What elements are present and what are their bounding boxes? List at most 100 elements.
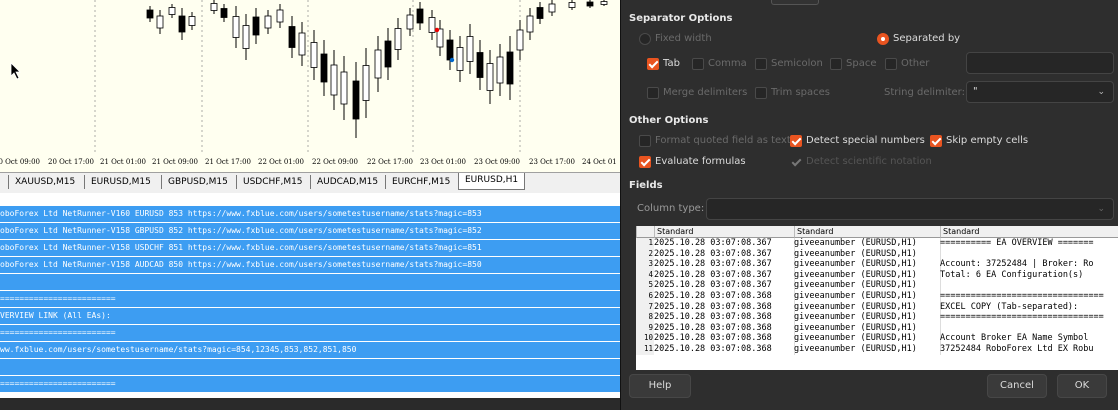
merge-delimiters-checkbox[interactable] [647,87,659,99]
candle-body [362,65,370,101]
log-line[interactable]: ======================== [0,325,620,342]
tab-xauusd-m15[interactable]: XAUUSD,M15 [8,175,81,189]
candle-body [288,26,296,48]
time-tick-label: 22 Oct 17:00 [367,158,414,166]
preview-row[interactable]: 2 2025.10.28 03:07:08.367 giveeanumber (EU… [636,248,1118,260]
preview-cell: 2025.10.28 03:07:08.367 [654,259,795,270]
other-label: Other [901,58,930,69]
preview-cell: giveeanumber (EURUSD,H1) [794,312,941,323]
candle-body [220,8,228,18]
time-tick-label: 21 Oct 01:00 [100,158,147,166]
candlestick-plot [94,0,608,152]
preview-row[interactable]: 8 2025.10.28 03:07:08.368 giveeanumber (EU… [636,312,1118,323]
log-line[interactable]: ======================== [0,376,620,393]
candle-body [188,16,196,26]
column-header[interactable]: Standard [794,226,940,238]
row-number: 2 [636,248,654,260]
tab-gbpusd-m15[interactable]: GBPUSD,M15 [161,175,234,189]
preview-cell: 2025.10.28 03:07:08.367 [654,238,795,249]
price-chart[interactable]: 20 Oct 09:00 20 Oct 17:00 21 Oct 01:00 21 O… [0,0,620,172]
tab-eurusd-h1[interactable]: EURUSD,H1 [458,173,526,190]
cut-off-button[interactable] [771,0,819,5]
preview-cell: ================================ [940,291,1118,302]
cancel-button[interactable]: Cancel [987,374,1047,398]
semicolon-checkbox[interactable] [755,58,767,70]
fields-heading: Fields [629,180,663,191]
preview-cell: giveeanumber (EURUSD,H1) [794,248,941,260]
help-button[interactable]: Help [629,374,691,398]
format-quoted-checkbox[interactable] [639,135,651,147]
trading-terminal-window: 20 Oct 09:00 20 Oct 17:00 21 Oct 01:00 21 O… [0,0,620,410]
candle-body [568,2,576,8]
log-line[interactable]: VERVIEW LINK (All EAs): [0,308,620,325]
candle-body [506,51,514,85]
log-line[interactable]: oboForex Ltd NetRunner-V158 USDCHF 851 h… [0,240,620,257]
separated-by-radio[interactable] [877,33,889,45]
candle-body [264,15,272,29]
log-line[interactable]: oboForex Ltd NetRunner-V158 GBPUSD 852 h… [0,223,620,240]
log-line[interactable] [0,359,620,376]
log-line[interactable]: oboForex Ltd NetRunner-V158 AUDCAD 850 h… [0,257,620,274]
tab-eurusd-m15[interactable]: EURUSD,M15 [84,175,157,189]
fixed-width-radio[interactable] [639,33,651,45]
semicolon-label: Semicolon [771,58,823,69]
preview-row[interactable]: 9 2025.10.28 03:07:08.368 giveeanumber (EU… [636,322,1118,334]
other-checkbox[interactable] [885,58,897,70]
trim-spaces-checkbox[interactable] [755,87,767,99]
candle-body [276,9,284,23]
time-tick-label: 20 Oct 09:00 [0,158,41,166]
detect-scientific-label: Detect scientific notation [806,156,932,167]
trim-spaces-label: Trim spaces [771,87,830,98]
candle-body [178,15,186,33]
candle-body [210,3,218,11]
candle-body [156,15,164,29]
preview-row[interactable]: 1 2025.10.28 03:07:08.367 giveeanumber (EU… [636,238,1118,249]
column-header[interactable]: Standard [940,226,1118,238]
candle-body [232,16,240,38]
tab-usdchf-m15[interactable]: USDCHF,M15 [236,175,309,189]
ok-button[interactable]: OK [1057,374,1107,398]
preview-cell: Total: 6 EA Configuration(s) [940,270,1118,281]
string-delimiter-select[interactable]: " ⌄ [966,81,1114,103]
candle-body [310,42,318,68]
preview-row[interactable]: 4 2025.10.28 03:07:08.367 giveeanumber (EU… [636,269,1118,281]
row-number: 1 [636,238,654,249]
preview-cell: giveeanumber (EURUSD,H1) [794,280,941,291]
detect-special-checkbox[interactable] [790,135,802,147]
log-line[interactable]: ======================== [0,291,620,308]
preview-cell: Account: 37252484 | Broker: Ro [940,259,1118,270]
preview-cell: 2025.10.28 03:07:08.367 [654,280,795,291]
log-line[interactable]: ww.fxblue.com/users/sometestusername/sta… [0,342,620,359]
detect-scientific-checkbox[interactable] [790,156,802,168]
other-separator-field[interactable] [966,52,1114,74]
preview-cell: ========== EA OVERVIEW ======= [940,238,1118,249]
log-line[interactable]: oboForex Ltd NetRunner-V160 EURUSD 853 h… [0,206,620,223]
row-number: 11 [636,344,654,355]
preview-row[interactable]: 3 2025.10.28 03:07:08.367 giveeanumber (EU… [636,259,1118,270]
column-header[interactable]: Standard [654,226,794,238]
evaluate-formulas-checkbox[interactable] [639,156,651,168]
preview-row[interactable]: 6 2025.10.28 03:07:08.368 giveeanumber (EU… [636,291,1118,302]
log-line[interactable] [0,274,620,291]
preview-row[interactable]: 11 2025.10.28 03:07:08.368 giveeanumber (E… [636,344,1118,355]
row-number: 6 [636,291,654,302]
preview-row[interactable]: 10 2025.10.28 03:07:08.368 giveeanumber (E… [636,333,1118,344]
tab-eurchf-m15[interactable]: EURCHF,M15 [385,175,456,189]
import-preview-grid[interactable]: Standard Standard Standard 1 2025.10.28 0… [636,226,1118,370]
tab-checkbox[interactable] [647,58,659,70]
experts-log[interactable]: oboForex Ltd NetRunner-V160 EURUSD 853 h… [0,204,620,410]
preview-cell: 2025.10.28 03:07:08.368 [654,312,795,323]
comma-checkbox[interactable] [692,58,704,70]
preview-cell: giveeanumber (EURUSD,H1) [794,269,941,281]
skip-empty-checkbox[interactable] [930,135,942,147]
preview-row[interactable]: 5 2025.10.28 03:07:08.367 giveeanumber (EU… [636,280,1118,291]
time-tick-label: 22 Oct 01:00 [258,158,305,166]
tab-audcad-m15[interactable]: AUDCAD,M15 [310,175,384,189]
separated-by-label: Separated by [893,33,961,44]
candle-body [516,29,524,51]
column-type-select[interactable]: ⌄ [706,198,1114,220]
preview-row[interactable]: 7 2025.10.28 03:07:08.368 giveeanumber (EU… [636,301,1118,313]
time-tick-label: 21 Oct 17:00 [205,158,252,166]
space-checkbox[interactable] [830,58,842,70]
candle-body [298,32,306,56]
